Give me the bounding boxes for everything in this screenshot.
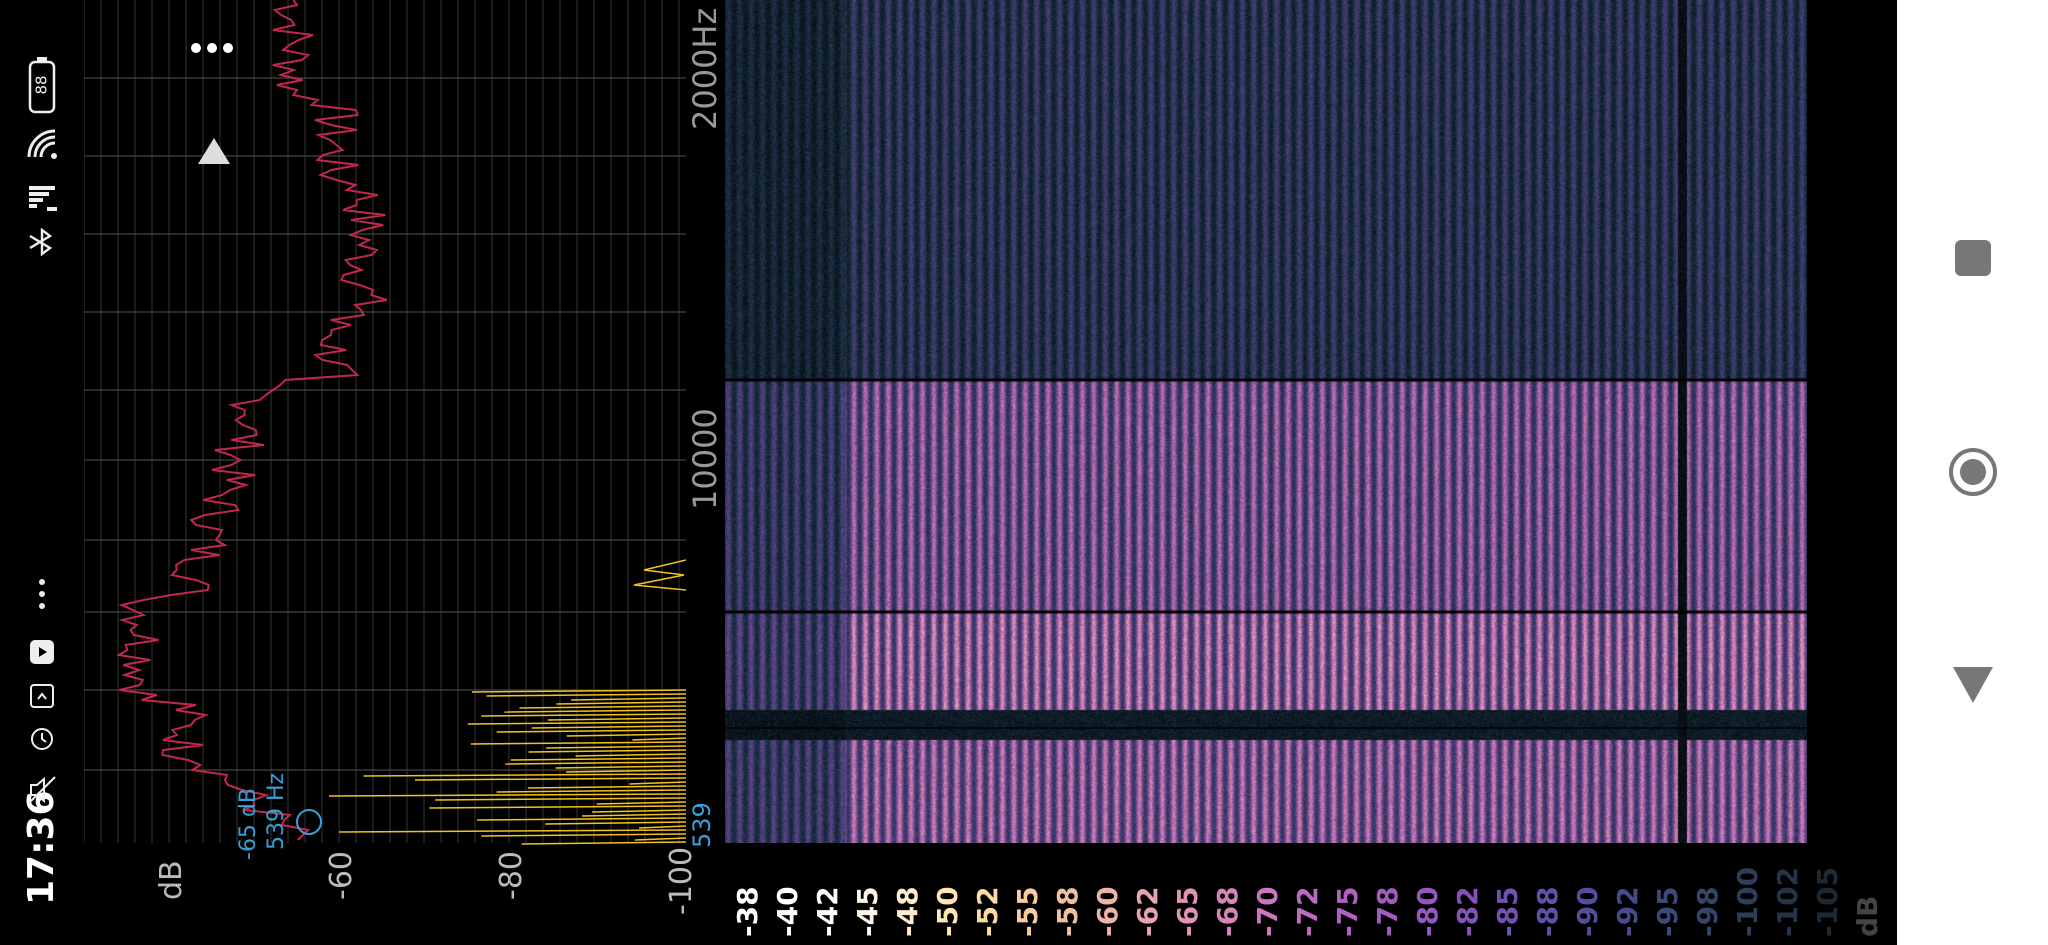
colorbar-label: -68 bbox=[1211, 886, 1244, 937]
colorbar-label: -72 bbox=[1291, 886, 1324, 937]
colorbar-label: -102 bbox=[1771, 866, 1804, 937]
colorbar-label: -70 bbox=[1251, 886, 1284, 937]
freq-tick-10000: 10000 bbox=[686, 408, 724, 510]
colorbar-label: -45 bbox=[851, 886, 884, 937]
spectrum-grid bbox=[84, 0, 686, 843]
youtube-icon bbox=[22, 632, 62, 672]
freq-tick-2000: 2000Hz bbox=[686, 7, 724, 130]
colorbar-label: -42 bbox=[811, 886, 844, 937]
live-spectrum-lines bbox=[329, 559, 686, 845]
colorbar-label: -100 bbox=[1731, 866, 1764, 937]
back-icon[interactable] bbox=[1951, 665, 1995, 709]
home-icon[interactable] bbox=[1947, 446, 1999, 502]
spectrogram-canvas bbox=[725, 0, 1807, 843]
colorbar-label: -58 bbox=[1051, 886, 1084, 937]
colorbar-label: -92 bbox=[1611, 886, 1644, 937]
alarm-icon bbox=[22, 718, 62, 758]
more-notifications-icon bbox=[22, 574, 62, 614]
colorbar-label: dB bbox=[1851, 895, 1884, 937]
more-menu-icon[interactable] bbox=[190, 40, 240, 70]
colorbar: -38 -40 -42 -45 -48 -50 -52 -55 -58 -60 -62 -65 -68-… bbox=[725, 845, 1895, 945]
colorbar-label: -55 bbox=[1011, 886, 1044, 937]
colorbar-label: -105 bbox=[1811, 866, 1844, 937]
spectrum-svg[interactable] bbox=[84, 0, 686, 945]
mute-icon bbox=[22, 770, 62, 810]
triangle-up-icon[interactable] bbox=[196, 136, 236, 172]
colorbar-label: -48 bbox=[891, 886, 924, 937]
battery-icon: 88 bbox=[22, 56, 62, 116]
colorbar-label: -98 bbox=[1691, 886, 1724, 937]
colorbar-label: -40 bbox=[771, 886, 804, 937]
spectrogram[interactable] bbox=[725, 0, 1807, 843]
colorbar-label: -88 bbox=[1531, 886, 1564, 937]
signal-icon bbox=[22, 178, 62, 218]
db-tick-80: -80 bbox=[494, 851, 529, 900]
battery-level-text: 88 bbox=[32, 75, 51, 95]
colorbar-label: -90 bbox=[1571, 886, 1604, 937]
colorbar-label: -95 bbox=[1651, 886, 1684, 937]
colorbar-label: -60 bbox=[1091, 886, 1124, 937]
colorbar-label: -52 bbox=[971, 886, 1004, 937]
cursor-freq-readout: 539 Hz bbox=[264, 772, 289, 850]
wifi-icon bbox=[22, 124, 62, 164]
colorbar-label: -82 bbox=[1451, 886, 1484, 937]
peak-hold-line bbox=[116, 0, 388, 841]
bluetooth-icon bbox=[22, 222, 62, 262]
colorbar-label: -50 bbox=[931, 886, 964, 937]
colorbar-label: -65 bbox=[1171, 886, 1204, 937]
status-bar: 17:36 88 bbox=[0, 0, 84, 945]
navigation-bar bbox=[1897, 0, 2048, 945]
spectrum-plot[interactable]: dB -60 -80 -100 -65 dB 539 Hz bbox=[84, 0, 699, 945]
recent-apps-icon[interactable] bbox=[1953, 238, 1993, 282]
colorbar-label: -80 bbox=[1411, 886, 1444, 937]
colorbar-label: -38 bbox=[731, 886, 764, 937]
colorbar-label: -62 bbox=[1131, 886, 1164, 937]
db-tick-100: -100 bbox=[664, 846, 699, 915]
freq-tick-539: 539 bbox=[688, 802, 716, 848]
colorbar-label: -78 bbox=[1371, 886, 1404, 937]
colorbar-label: -85 bbox=[1491, 886, 1524, 937]
colorbar-label: -75 bbox=[1331, 886, 1364, 937]
sim-icon bbox=[22, 676, 62, 716]
db-tick-60: -60 bbox=[324, 851, 359, 900]
db-axis-label: dB bbox=[154, 860, 189, 900]
cursor-db-readout: -65 dB bbox=[236, 788, 261, 860]
